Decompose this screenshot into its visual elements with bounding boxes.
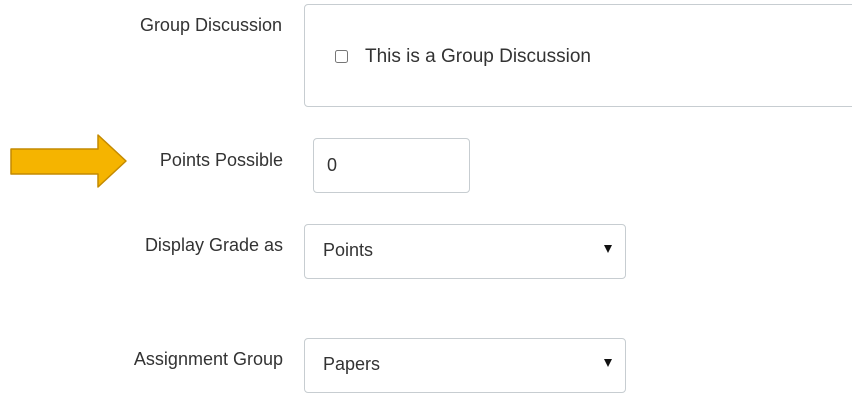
group-discussion-box: This is a Group Discussion	[304, 4, 852, 107]
chevron-down-icon	[604, 245, 612, 253]
points-possible-label: Points Possible	[159, 150, 283, 170]
display-grade-label: Display Grade as	[144, 235, 283, 255]
assignment-group-select[interactable]: Papers	[304, 338, 626, 393]
assignment-group-selected-value: Papers	[323, 354, 381, 374]
assignment-settings-form: Group Discussion This is a Group Discuss…	[0, 0, 852, 393]
assignment-group-label: Assignment Group	[133, 349, 283, 369]
chevron-down-icon	[604, 359, 612, 367]
group-discussion-checkbox[interactable]	[335, 50, 348, 63]
group-discussion-label: Group Discussion	[139, 15, 282, 35]
group-discussion-checkbox-label[interactable]: This is a Group Discussion	[365, 46, 591, 68]
arrow-right-icon	[10, 134, 127, 188]
display-grade-selected-value: Points	[323, 240, 374, 260]
points-possible-input[interactable]	[313, 138, 470, 193]
display-grade-select[interactable]: Points	[304, 224, 626, 279]
